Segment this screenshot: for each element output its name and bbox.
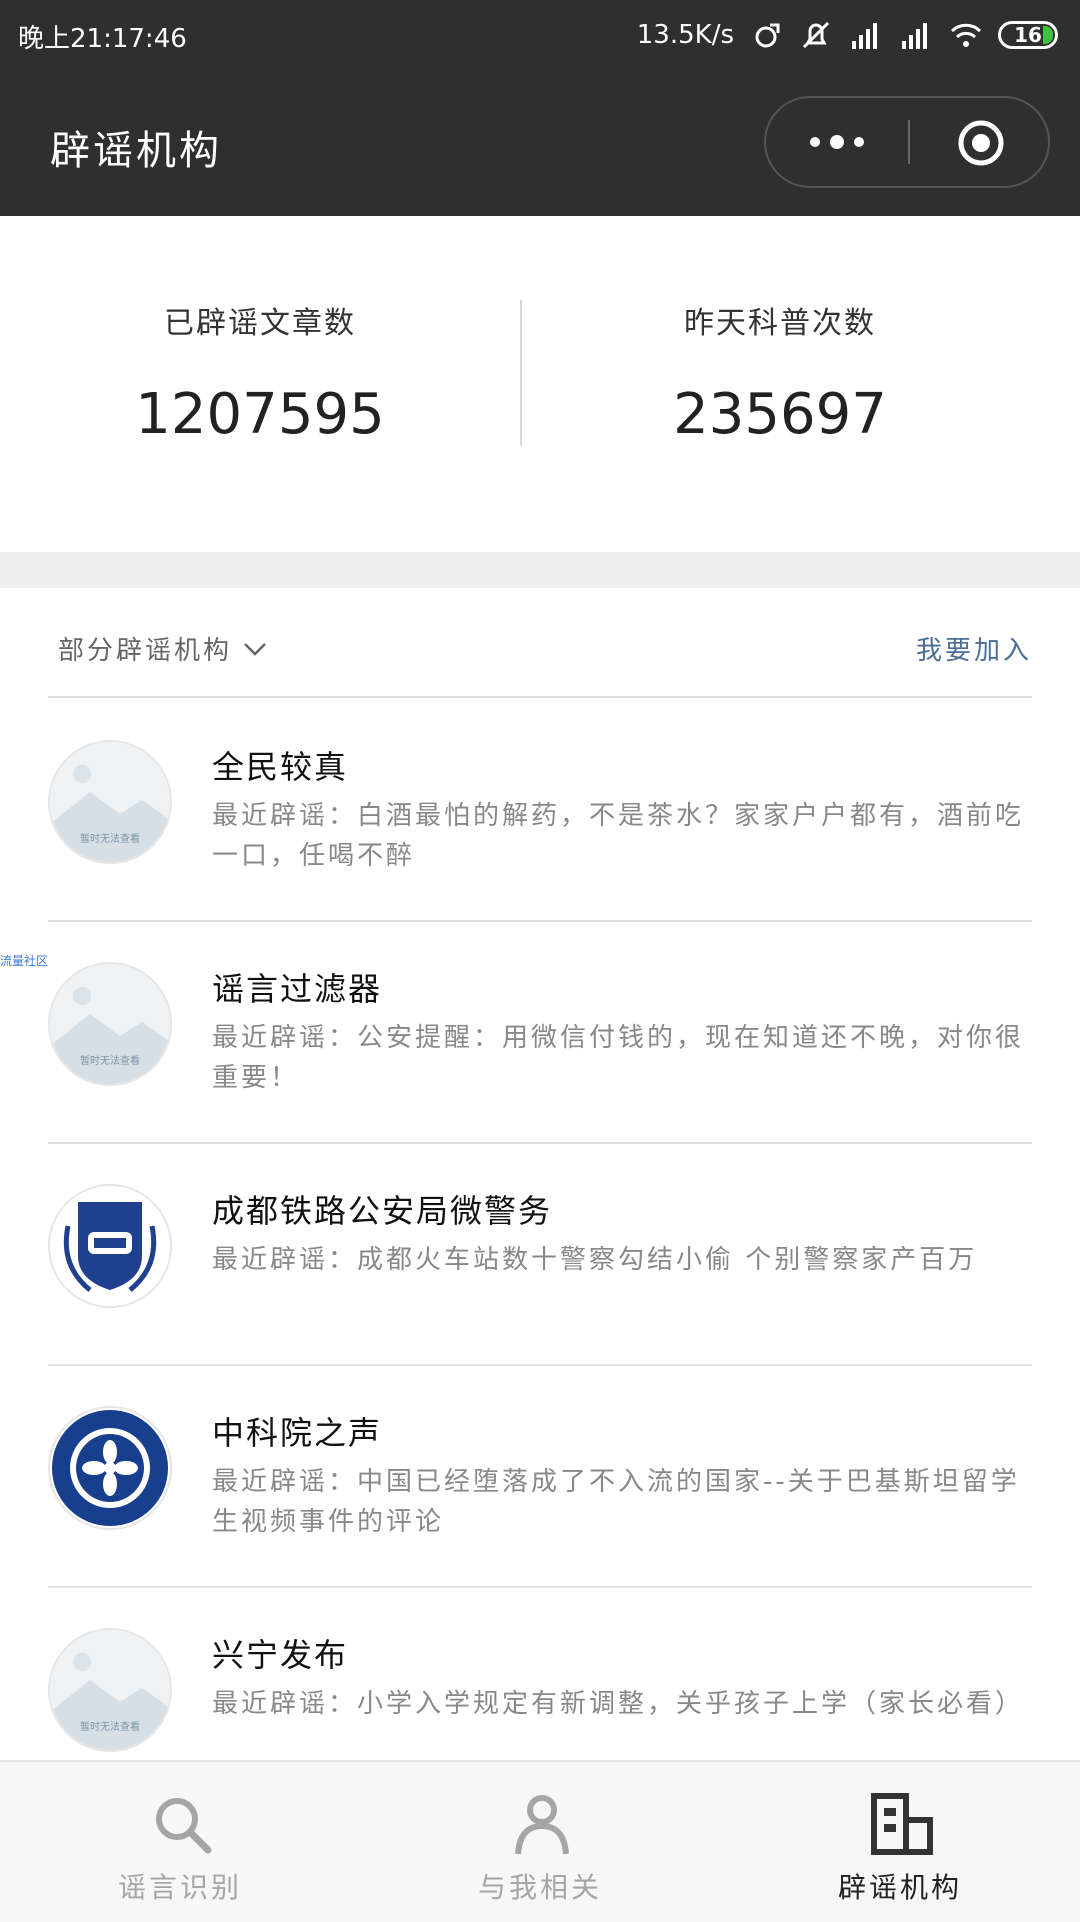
- avatar: [48, 1406, 172, 1530]
- tab-label: 谣言识别: [117, 1871, 242, 1904]
- svg-text:暂时无法查看: 暂时无法查看: [80, 1054, 140, 1067]
- image-placeholder-icon: 暂时无法查看: [50, 964, 170, 1084]
- svg-text:暂时无法查看: 暂时无法查看: [80, 1720, 140, 1733]
- nav-bar: 辟谣机构: [0, 70, 1080, 216]
- list-item[interactable]: 暂时无法查看 谣言过滤器 最近辟谣：公安提醒：用微信付钱的，现在知道还不晚，对你…: [48, 920, 1032, 1144]
- org-latest-debunk: 最近辟谣：小学入学规定有新调整，关乎孩子上学（家长必看）: [212, 1689, 1025, 1719]
- close-target-icon[interactable]: [956, 118, 1006, 168]
- stat-label: 已辟谣文章数: [164, 306, 356, 341]
- battery-indicator: 16: [998, 21, 1058, 49]
- org-name: 成都铁路公安局微警务: [212, 1192, 553, 1230]
- image-placeholder-icon: 暂时无法查看: [50, 1630, 170, 1750]
- more-button[interactable]: [766, 98, 908, 186]
- status-icons: 13.5K/s 16: [637, 14, 1058, 56]
- image-placeholder-icon: 暂时无法查看: [50, 742, 170, 862]
- stat-value: 1207595: [135, 382, 385, 447]
- list-header: 部分辟谣机构 我要加入: [48, 588, 1032, 698]
- tab-related-to-me[interactable]: 与我相关: [360, 1762, 720, 1922]
- battery-fill: [1043, 26, 1053, 44]
- org-name: 谣言过滤器: [212, 970, 383, 1008]
- more-dot-icon: [830, 135, 844, 149]
- avatar: 暂时无法查看: [48, 962, 172, 1086]
- org-latest-debunk: 最近辟谣：公安提醒：用微信付钱的，现在知道还不晚，对你很重要！: [212, 1023, 1025, 1093]
- mini-program-capsule: [764, 96, 1050, 188]
- tab-label: 与我相关: [477, 1871, 602, 1904]
- section-gap: [0, 552, 1080, 588]
- org-latest-debunk: 最近辟谣：成都火车站数十警察勾结小偷 个别警察家产百万: [212, 1245, 978, 1275]
- signal-icon: [852, 23, 877, 49]
- join-link[interactable]: 我要加入: [916, 630, 1032, 667]
- avatar: 暂时无法查看: [48, 1628, 172, 1752]
- battery-level: 16: [1014, 23, 1042, 47]
- org-latest-debunk: 最近辟谣：白酒最怕的解药，不是茶水？家家户户都有，酒前吃一口，任喝不醉: [212, 801, 1025, 871]
- network-speed: 13.5K/s: [636, 20, 734, 50]
- org-filter-dropdown[interactable]: 部分辟谣机构: [58, 630, 268, 667]
- svg-text:暂时无法查看: 暂时无法查看: [80, 832, 140, 845]
- side-label: 流量社区: [0, 954, 49, 968]
- avatar: 暂时无法查看: [48, 740, 172, 864]
- stat-debunked-articles: 已辟谣文章数 1207595: [50, 298, 470, 447]
- tab-rumor-check[interactable]: 谣言识别: [0, 1762, 360, 1922]
- tab-debunk-orgs[interactable]: 辟谣机构: [720, 1762, 1080, 1922]
- cas-logo-icon: [52, 1410, 168, 1526]
- list-header-title: 部分辟谣机构: [58, 636, 233, 666]
- status-time: 晚上21:17:46: [18, 24, 187, 54]
- list-item[interactable]: 成都铁路公安局微警务 最近辟谣：成都火车站数十警察勾结小偷 个别警察家产百万: [48, 1142, 1032, 1366]
- more-dot-icon: [854, 137, 864, 147]
- tab-label: 辟谣机构: [837, 1871, 962, 1904]
- list-item[interactable]: 中科院之声 最近辟谣：中国已经堕落成了不入流的国家--关于巴基斯坦留学生视频事件…: [48, 1364, 1032, 1588]
- list-item[interactable]: 暂时无法查看 全民较真 最近辟谣：白酒最怕的解药，不是茶水？家家户户都有，酒前吃…: [48, 698, 1032, 922]
- signal-icon-2: [902, 23, 927, 49]
- police-badge-icon: [50, 1186, 170, 1306]
- org-name: 兴宁发布: [212, 1636, 349, 1674]
- page-title: 辟谣机构: [50, 128, 222, 174]
- wifi-icon: [950, 23, 982, 47]
- avatar: [48, 1184, 172, 1308]
- org-name: 中科院之声: [212, 1414, 383, 1452]
- chevron-down-icon: [244, 642, 266, 656]
- search-icon: [156, 1798, 212, 1854]
- sync-icon: [755, 23, 780, 48]
- org-name: 全民较真: [212, 748, 349, 786]
- more-dot-icon: [810, 137, 820, 147]
- stat-yesterday-views: 昨天科普次数 235697: [570, 298, 990, 447]
- status-bar: 晚上21:17:46 13.5K/s 16: [0, 0, 1080, 70]
- stats-panel: 已辟谣文章数 1207595 昨天科普次数 235697: [0, 216, 1080, 552]
- person-icon: [515, 1795, 569, 1855]
- stats-divider: [520, 300, 522, 446]
- bell-off-icon: [802, 21, 830, 49]
- capsule-divider: [908, 120, 910, 164]
- stat-value: 235697: [673, 382, 887, 447]
- building-icon: [871, 1793, 933, 1855]
- stat-label: 昨天科普次数: [684, 306, 876, 341]
- tab-bar: 谣言识别 与我相关 辟谣机构: [0, 1760, 1080, 1922]
- org-latest-debunk: 最近辟谣：中国已经堕落成了不入流的国家--关于巴基斯坦留学生视频事件的评论: [212, 1467, 1020, 1537]
